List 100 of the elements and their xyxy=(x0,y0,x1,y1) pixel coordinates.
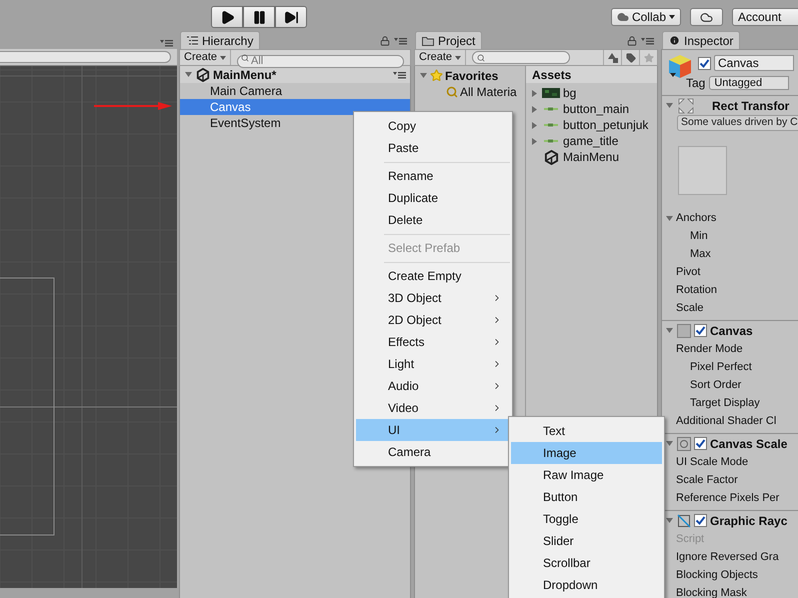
property-label: Anchors xyxy=(676,210,716,226)
component-title: Canvas Scale xyxy=(710,436,788,452)
expand-arrow-icon[interactable] xyxy=(530,136,539,146)
property-label: Script xyxy=(676,532,704,547)
foldout-arrow-icon[interactable] xyxy=(184,70,193,79)
menu-item[interactable]: Button xyxy=(511,486,662,508)
expand-arrow-icon[interactable] xyxy=(530,120,539,130)
foldout-arrow-icon[interactable] xyxy=(665,516,674,525)
property-label: Additional Shader Cl xyxy=(676,414,776,429)
panel-menu-icon[interactable] xyxy=(641,37,654,45)
lock-icon[interactable] xyxy=(627,36,637,46)
menu-item[interactable]: Effects xyxy=(356,331,510,353)
menu-item[interactable]: Audio xyxy=(356,375,510,397)
property-label: Scale xyxy=(676,300,704,316)
menu-item[interactable]: Text xyxy=(511,420,662,442)
checkbox[interactable] xyxy=(698,56,711,70)
menu-item[interactable]: Toggle xyxy=(511,508,662,530)
search-field[interactable] xyxy=(472,51,570,64)
menu-item[interactable]: Delete xyxy=(356,209,510,231)
menu-item[interactable]: Slider xyxy=(511,530,662,552)
asset-item[interactable]: bg xyxy=(563,84,576,102)
foldout-arrow-icon[interactable] xyxy=(665,439,674,448)
panel-menu-icon[interactable] xyxy=(393,70,406,78)
menu-item[interactable]: Rename xyxy=(356,165,510,187)
checkbox[interactable] xyxy=(694,437,707,450)
account-button[interactable]: Account xyxy=(732,8,798,26)
menu-item[interactable]: Raw Image xyxy=(511,464,662,486)
pause-icon xyxy=(252,10,266,24)
sprite-thumbnail-icon xyxy=(544,139,558,143)
cloud-button[interactable] xyxy=(690,8,723,26)
panel-tab[interactable]: Hierarchy xyxy=(180,31,260,49)
shapes-icon xyxy=(608,52,618,62)
favorite-item[interactable]: All Materia xyxy=(460,83,517,101)
menu-item[interactable]: UI xyxy=(356,419,510,441)
rect-transform-icon xyxy=(677,96,695,114)
filter-type-button[interactable] xyxy=(603,50,621,65)
lock-icon[interactable] xyxy=(380,36,390,46)
menu-item[interactable]: Camera xyxy=(356,441,510,463)
menu-item[interactable]: Light xyxy=(356,353,510,375)
search-icon xyxy=(477,54,486,62)
asset-item[interactable]: MainMenu xyxy=(563,148,620,166)
expand-arrow-icon[interactable] xyxy=(530,88,539,98)
checkbox[interactable] xyxy=(694,324,707,337)
search-icon xyxy=(446,86,458,98)
step-button[interactable] xyxy=(275,6,307,28)
menu-item[interactable]: Image xyxy=(511,442,662,464)
asset-item[interactable]: button_main xyxy=(563,100,630,118)
create-dropdown[interactable]: Create xyxy=(180,50,232,65)
play-button[interactable] xyxy=(211,6,243,28)
menu-item[interactable]: Scrollbar xyxy=(511,552,662,574)
canvas-component-icon xyxy=(677,324,691,338)
asset-item[interactable]: game_title xyxy=(563,132,618,150)
expand-arrow-icon[interactable] xyxy=(530,104,539,114)
caret-icon xyxy=(455,56,462,60)
checkbox[interactable] xyxy=(694,514,707,527)
property-label: Target Display xyxy=(690,396,760,411)
menu-item[interactable]: 2D Object xyxy=(356,309,510,331)
foldout-arrow-icon[interactable] xyxy=(665,214,674,222)
create-dropdown[interactable]: Create xyxy=(415,50,466,65)
raycaster-component-icon xyxy=(677,514,691,528)
asset-item[interactable]: button_petunjuk xyxy=(563,116,648,134)
foldout-arrow-icon[interactable] xyxy=(665,101,674,110)
property-label: Blocking Objects xyxy=(676,568,758,583)
panel-menu-icon[interactable] xyxy=(160,39,173,47)
unity-logo-icon xyxy=(196,68,210,82)
menu-item[interactable]: Paste xyxy=(356,137,510,159)
property-label: Rotation xyxy=(676,282,717,298)
cloud-icon xyxy=(616,11,629,23)
collab-button[interactable]: Collab xyxy=(610,8,681,26)
tag-dropdown[interactable]: Untagged xyxy=(709,76,790,90)
foldout-arrow-icon[interactable] xyxy=(419,71,428,80)
menu-item[interactable]: Dropdown xyxy=(511,574,662,596)
panel-menu-icon[interactable] xyxy=(394,37,407,45)
menu-item[interactable]: 3D Object xyxy=(356,287,510,309)
list-icon xyxy=(187,36,198,45)
pause-button[interactable] xyxy=(243,6,275,28)
sprite-thumbnail-icon xyxy=(544,107,558,111)
component-title: Rect Transfor xyxy=(712,98,790,114)
scaler-component-icon xyxy=(677,436,691,450)
property-label: UI Scale Mode xyxy=(676,454,748,470)
panel-tab[interactable]: Inspector xyxy=(662,31,740,49)
star-icon xyxy=(644,52,654,62)
component-title: Graphic Rayc xyxy=(710,512,788,530)
panel-tab[interactable]: Project xyxy=(415,31,482,49)
menu-item[interactable]: Duplicate xyxy=(356,187,510,209)
name-field[interactable]: Canvas xyxy=(714,55,794,71)
tag-icon xyxy=(626,52,636,62)
cube-icon xyxy=(668,54,692,80)
foldout-arrow-icon[interactable] xyxy=(665,326,674,335)
caret-icon xyxy=(669,15,675,19)
note-field: Some values driven by C xyxy=(677,115,798,131)
search-field[interactable] xyxy=(0,51,171,63)
property-label: Min xyxy=(690,228,708,244)
hierarchy-item[interactable]: Canvas xyxy=(180,99,410,115)
search-field[interactable]: All xyxy=(237,54,404,68)
menu-item[interactable]: Copy xyxy=(356,115,510,137)
hierarchy-item[interactable]: Main Camera xyxy=(180,83,410,99)
menu-item[interactable]: Video xyxy=(356,397,510,419)
property-label: Ignore Reversed Gra xyxy=(676,550,779,565)
menu-item[interactable]: Create Empty xyxy=(356,265,510,287)
